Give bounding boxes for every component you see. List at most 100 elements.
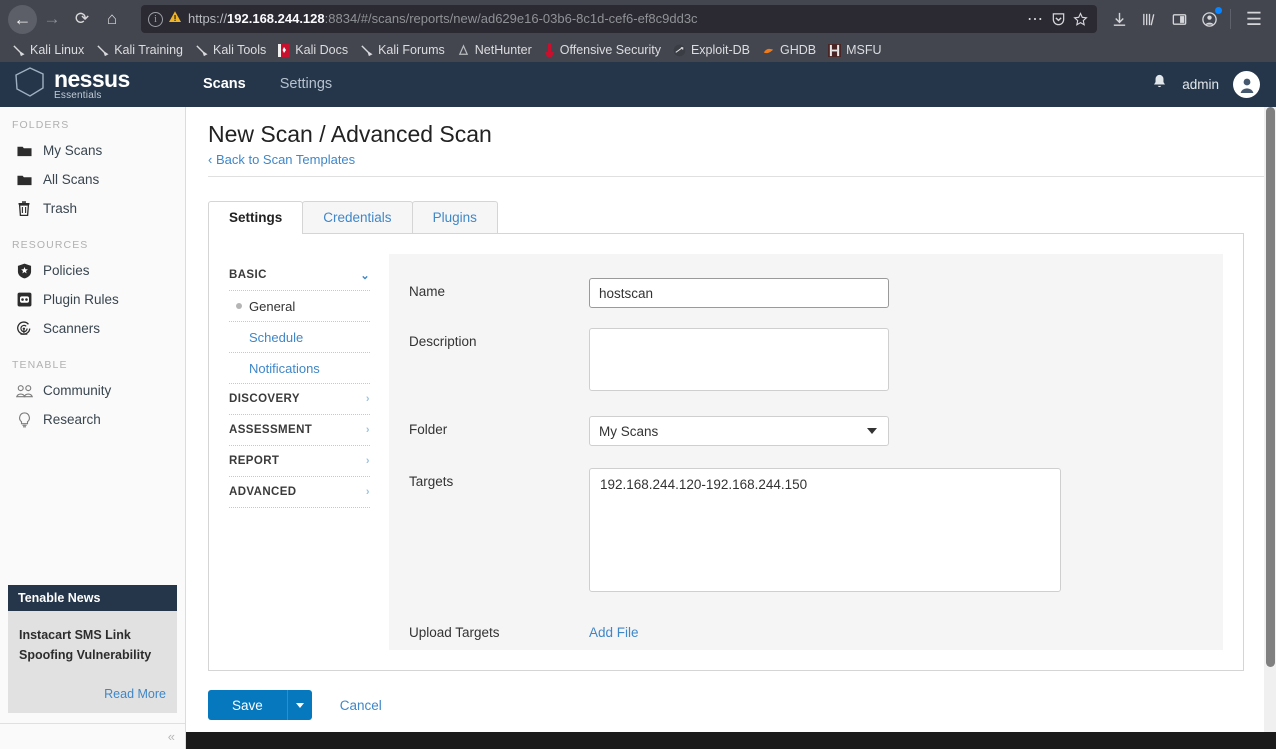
targets-textarea[interactable]: 192.168.244.120-192.168.244.150: [589, 468, 1061, 592]
sidebar-item-scanners[interactable]: Scanners: [0, 314, 185, 343]
url-host: 192.168.244.128: [227, 11, 325, 26]
tab-settings[interactable]: Settings: [263, 62, 349, 107]
form-row-description: Description: [389, 328, 1223, 396]
title-divider: [208, 176, 1276, 177]
add-file-link[interactable]: Add File: [589, 619, 639, 640]
scan-name-input[interactable]: [589, 278, 889, 308]
nessus-brand[interactable]: nessus Essentials: [0, 66, 186, 103]
chevron-down-icon: ⌄: [360, 269, 370, 282]
settings-group-basic[interactable]: BASIC ⌄: [229, 260, 370, 291]
star-icon[interactable]: [1070, 5, 1090, 33]
settings-group-report[interactable]: REPORT ›: [229, 446, 370, 477]
back-to-scan-templates-link[interactable]: ‹ Back to Scan Templates: [208, 152, 1276, 167]
sidebar-item-my-scans[interactable]: My Scans: [0, 136, 185, 165]
ellipsis-icon[interactable]: ⋯: [1024, 5, 1046, 33]
upload-targets-label: Upload Targets: [409, 625, 500, 640]
tab-scans[interactable]: Scans: [186, 62, 263, 107]
settings-group-advanced[interactable]: ADVANCED ›: [229, 477, 370, 508]
sidebar-item-label: Community: [43, 383, 112, 398]
scrollbar-thumb[interactable]: [1266, 107, 1275, 667]
settings-nav-general[interactable]: General: [229, 291, 370, 322]
tab-credentials-panel[interactable]: Credentials: [302, 201, 413, 234]
downloads-icon[interactable]: [1105, 5, 1133, 33]
form-tabs: Settings Credentials Plugins: [208, 201, 1276, 234]
settings-nav-notifications[interactable]: Notifications: [229, 353, 370, 384]
form-row-upload-targets: Upload Targets Add File: [389, 619, 1223, 642]
bookmark-kali-docs[interactable]: Kali Docs: [272, 40, 354, 60]
nethunter-icon: [457, 43, 470, 57]
settings-group-assessment[interactable]: ASSESSMENT ›: [229, 415, 370, 446]
news-read-more-link[interactable]: Read More: [19, 687, 166, 705]
bookmark-kali-training[interactable]: Kali Training: [90, 40, 189, 60]
exploitdb-icon: [673, 44, 686, 57]
bookmark-nethunter[interactable]: NetHunter: [451, 40, 538, 60]
hexagon-logo-icon: [13, 66, 47, 103]
save-button[interactable]: Save: [208, 690, 287, 720]
hamburger-menu-icon[interactable]: ☰: [1240, 5, 1268, 33]
tab-settings-panel[interactable]: Settings: [208, 201, 304, 234]
account-icon[interactable]: [1195, 5, 1223, 33]
scan-description-textarea[interactable]: [589, 328, 889, 391]
sidebar-item-all-scans[interactable]: All Scans: [0, 165, 185, 194]
bookmark-kali-tools[interactable]: Kali Tools: [189, 40, 272, 60]
bookmark-label: NetHunter: [474, 43, 532, 57]
scan-settings-form: Name Description Folder: [389, 254, 1223, 650]
back-button[interactable]: ←: [8, 4, 37, 34]
warning-lock-icon[interactable]: [168, 10, 182, 29]
address-bar[interactable]: i https://192.168.244.128:8834/#/scans/r…: [141, 5, 1097, 33]
forward-button[interactable]: →: [37, 4, 67, 34]
browser-navigation-toolbar: ← → ⟳ ⌂ i https://192.168.244.128:8834/#…: [0, 0, 1276, 38]
bookmark-kali-forums[interactable]: Kali Forums: [354, 40, 451, 60]
bookmark-offensive-security[interactable]: Offensive Security: [538, 40, 667, 60]
bookmark-label: Kali Training: [114, 43, 183, 57]
sidebar-item-label: Policies: [43, 263, 90, 278]
sidebar-item-plugin-rules[interactable]: Plugin Rules: [0, 285, 185, 314]
pocket-icon[interactable]: [1048, 5, 1068, 33]
info-circle-icon[interactable]: i: [148, 11, 163, 27]
save-dropdown-button[interactable]: [286, 690, 312, 720]
sidebar-item-research[interactable]: Research: [0, 405, 185, 434]
sidebar-item-trash[interactable]: Trash: [0, 194, 185, 223]
news-title[interactable]: Instacart SMS Link Spoofing Vulnerabilit…: [19, 625, 166, 665]
folder-select[interactable]: My ScansAll ScansTrash: [589, 416, 889, 446]
bookmark-ghdb[interactable]: GHDB: [756, 40, 822, 60]
page-scrollbar[interactable]: [1264, 107, 1276, 749]
sidebar-icon[interactable]: [1165, 5, 1193, 33]
sidebar-item-label: Scanners: [43, 321, 101, 336]
targets-label: Targets: [409, 474, 454, 489]
settings-group-label: DISCOVERY: [229, 393, 300, 405]
reload-button[interactable]: ⟳: [67, 4, 97, 34]
app-header: nessus Essentials Scans Settings admin: [0, 62, 1276, 107]
sidebar-section-folders: FOLDERS: [12, 119, 70, 131]
kali-dragon-icon: [360, 44, 373, 57]
sidebar-item-policies[interactable]: Policies: [0, 256, 185, 285]
home-button[interactable]: ⌂: [97, 4, 127, 34]
bookmark-msfu[interactable]: MSFU: [822, 40, 887, 60]
sidebar-collapse-bar[interactable]: «: [0, 723, 185, 749]
chevron-double-left-icon[interactable]: «: [168, 729, 175, 744]
shield-star-icon: [13, 263, 35, 279]
bookmark-label: Offensive Security: [559, 43, 661, 57]
nessus-application: nessus Essentials Scans Settings admin F…: [0, 62, 1276, 749]
offsec-icon: [544, 43, 555, 57]
name-label: Name: [409, 284, 446, 299]
user-avatar-icon[interactable]: [1233, 71, 1260, 98]
folder-label: Folder: [409, 422, 448, 437]
settings-nav: BASIC ⌄ General Schedule Notifications D…: [229, 254, 370, 650]
chevron-down-icon: [295, 702, 304, 708]
bookmark-exploit-db[interactable]: Exploit-DB: [667, 40, 756, 60]
cancel-link[interactable]: Cancel: [340, 698, 382, 713]
bookmark-kali-linux[interactable]: Kali Linux: [6, 40, 90, 60]
bookmark-label: MSFU: [846, 43, 882, 57]
news-header: Tenable News: [8, 585, 177, 611]
bell-icon[interactable]: [1151, 73, 1168, 96]
settings-group-discovery[interactable]: DISCOVERY ›: [229, 384, 370, 415]
library-icon[interactable]: [1135, 5, 1163, 33]
sidebar-item-community[interactable]: Community: [0, 376, 185, 405]
main-content: New Scan / Advanced Scan ‹ Back to Scan …: [186, 107, 1276, 749]
settings-nav-schedule[interactable]: Schedule: [229, 322, 370, 353]
tab-plugins-panel[interactable]: Plugins: [411, 201, 498, 234]
url-scheme: https://: [188, 11, 228, 26]
settings-group-label: ADVANCED: [229, 486, 297, 498]
description-label: Description: [409, 334, 477, 349]
